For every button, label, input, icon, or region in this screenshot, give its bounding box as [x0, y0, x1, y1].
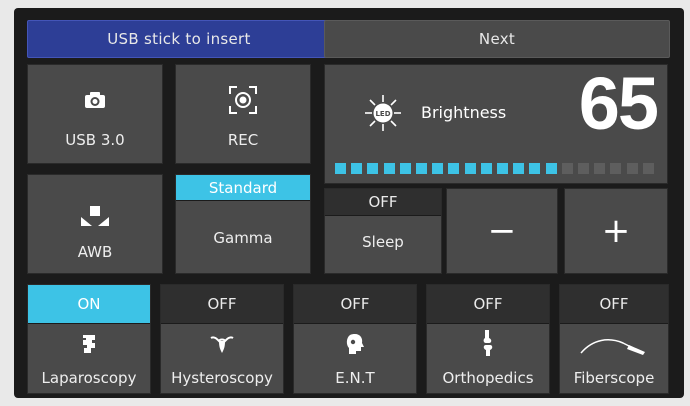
mode-fiberscope[interactable]: OFF Fiberscope [559, 284, 669, 394]
usb-capture-button[interactable]: USB 3.0 [27, 64, 163, 164]
brightness-level-segment [480, 163, 492, 174]
brightness-level-segment [513, 163, 525, 174]
brightness-increase-button[interactable]: + [564, 188, 668, 274]
brightness-label: Brightness [421, 103, 507, 122]
white-balance-icon [28, 205, 162, 227]
mode-state: OFF [560, 285, 668, 324]
brightness-level-segment [464, 163, 476, 174]
record-button[interactable]: REC [175, 64, 311, 164]
mode-laparoscopy[interactable]: ON Laparoscopy [27, 284, 151, 394]
gamma-label: Gamma [213, 229, 273, 247]
brightness-level-segment [432, 163, 444, 174]
mode-state: OFF [161, 285, 283, 324]
brightness-level-segment [335, 163, 346, 174]
brightness-level-segment [642, 163, 654, 174]
brightness-level-segment [367, 163, 379, 174]
brightness-level-segment [416, 163, 427, 174]
brightness-level-bar [335, 163, 659, 175]
usb-stick-button[interactable]: USB stick to insert [27, 20, 331, 58]
brightness-level-segment [561, 163, 573, 174]
gamma-mode-badge: Standard [176, 175, 310, 201]
brightness-level-segment [610, 163, 622, 174]
camera-icon [28, 91, 162, 109]
mode-hysteroscopy[interactable]: OFF Hysteroscopy [160, 284, 284, 394]
brightness-level-segment [448, 163, 460, 174]
mode-label: Fiberscope [573, 369, 655, 387]
mode-state: OFF [427, 285, 549, 324]
mode-ent[interactable]: OFF E.N.T [293, 284, 417, 394]
plus-icon: + [601, 211, 631, 251]
fiberscope-icon [560, 333, 668, 357]
record-icon [176, 85, 310, 115]
mode-label: Hysteroscopy [171, 369, 273, 387]
mode-state: OFF [294, 285, 416, 324]
brightness-level-segment [545, 163, 557, 174]
gamma-button[interactable]: Standard Gamma [175, 174, 311, 274]
usb-label: USB 3.0 [65, 131, 125, 149]
mode-orthopedics[interactable]: OFF Orthopedics [426, 284, 550, 394]
touch-screen: USB stick to insert Next USB 3.0 REC AWB… [14, 8, 684, 398]
awb-button[interactable]: AWB [27, 174, 163, 274]
brightness-decrease-button[interactable]: − [446, 188, 558, 274]
uterus-icon [161, 335, 283, 355]
next-button[interactable]: Next [324, 20, 670, 58]
brightness-level-segment [399, 163, 411, 174]
sleep-state: OFF [325, 189, 441, 216]
mode-label: Laparoscopy [41, 369, 137, 387]
brightness-level-segment [497, 163, 508, 174]
brightness-level-segment [594, 163, 606, 174]
minus-icon: − [487, 211, 517, 251]
organ-icon [28, 333, 150, 355]
brightness-level-segment [529, 163, 541, 174]
head-icon [294, 333, 416, 355]
brightness-level-segment [626, 163, 638, 174]
svg-text:LED: LED [375, 110, 390, 118]
brightness-level-segment [383, 163, 395, 174]
joint-icon [427, 329, 549, 357]
brightness-panel: LED Brightness 65 [324, 62, 668, 184]
mode-state: ON [28, 285, 150, 324]
mode-label: Orthopedics [442, 369, 534, 387]
sleep-button[interactable]: OFF Sleep [324, 188, 442, 274]
led-icon: LED [363, 93, 403, 133]
awb-label: AWB [77, 243, 113, 261]
rec-label: REC [227, 131, 259, 149]
mode-label: E.N.T [335, 369, 375, 387]
sleep-label: Sleep [362, 233, 404, 251]
brightness-level-segment [578, 163, 589, 174]
brightness-level-segment [351, 163, 363, 174]
brightness-value: 65 [578, 62, 659, 145]
